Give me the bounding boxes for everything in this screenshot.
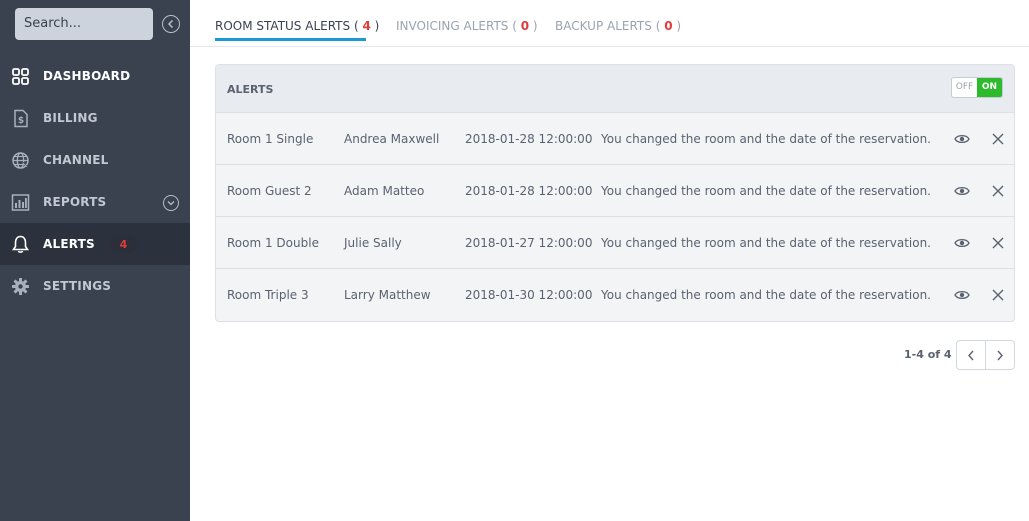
alert-room: Room Guest 2 bbox=[227, 184, 312, 198]
search-input[interactable]: Search... bbox=[15, 8, 153, 40]
alert-message: You changed the room and the date of the… bbox=[601, 132, 931, 146]
sidebar-item-reports[interactable]: REPORTS bbox=[0, 181, 190, 223]
billing-icon: $ bbox=[14, 109, 28, 128]
alert-room: Room Triple 3 bbox=[227, 288, 309, 302]
toggle-on-label: ON bbox=[977, 78, 1002, 97]
pagination-controls bbox=[956, 340, 1015, 370]
bell-icon bbox=[12, 235, 29, 253]
alerts-count-badge: 4 bbox=[110, 236, 137, 253]
panel-title: ALERTS bbox=[227, 83, 274, 96]
tab-count: 0 bbox=[664, 19, 673, 33]
close-icon[interactable] bbox=[991, 132, 1005, 146]
sidebar: Search... DASHBOARD $ BILLING CHANNEL RE… bbox=[0, 0, 190, 521]
collapse-sidebar-button[interactable] bbox=[162, 15, 180, 33]
gear-icon bbox=[12, 278, 29, 295]
close-icon[interactable] bbox=[991, 236, 1005, 250]
alert-guest-name: Adam Matteo bbox=[344, 184, 425, 198]
alert-message: You changed the room and the date of the… bbox=[601, 236, 931, 250]
alert-date: 2018-01-27 12:00:00 bbox=[465, 236, 593, 250]
alert-row: Room Guest 2 Adam Matteo 2018-01-28 12:0… bbox=[216, 165, 1014, 217]
svg-text:$: $ bbox=[18, 116, 24, 126]
eye-icon[interactable] bbox=[954, 288, 970, 302]
sidebar-item-label: BILLING bbox=[43, 111, 98, 125]
alert-guest-name: Andrea Maxwell bbox=[344, 132, 440, 146]
tab-invoicing-alerts[interactable]: INVOICING ALERTS ( 0 ) bbox=[396, 19, 538, 33]
alert-row: Room 1 Single Andrea Maxwell 2018-01-28 … bbox=[216, 113, 1014, 165]
chevron-left-icon bbox=[167, 19, 174, 29]
toggle-off-label: OFF bbox=[955, 82, 974, 92]
sidebar-item-alerts[interactable]: ALERTS 4 bbox=[0, 223, 190, 265]
tab-label: ROOM STATUS ALERTS bbox=[215, 19, 351, 33]
alert-date: 2018-01-28 12:00:00 bbox=[465, 132, 593, 146]
chevron-down-icon bbox=[167, 201, 175, 206]
eye-icon[interactable] bbox=[954, 236, 970, 250]
alert-room: Room 1 Double bbox=[227, 236, 319, 250]
tab-count: 0 bbox=[520, 19, 530, 33]
alert-date: 2018-01-30 12:00:00 bbox=[465, 288, 593, 302]
alert-row: Room 1 Double Julie Sally 2018-01-27 12:… bbox=[216, 217, 1014, 269]
previous-page-button[interactable] bbox=[957, 341, 986, 369]
alert-date: 2018-01-28 12:00:00 bbox=[465, 184, 593, 198]
tab-label: BACKUP ALERTS bbox=[555, 19, 652, 33]
tab-room-status-alerts[interactable]: ROOM STATUS ALERTS ( 4 ) bbox=[215, 19, 379, 33]
dashboard-icon bbox=[12, 68, 29, 85]
alert-guest-name: Julie Sally bbox=[344, 236, 402, 250]
alerts-toggle[interactable]: OFF ON bbox=[951, 77, 1003, 98]
sidebar-item-label: CHANNEL bbox=[43, 153, 109, 167]
alert-row: Room Triple 3 Larry Matthew 2018-01-30 1… bbox=[216, 269, 1014, 321]
sidebar-item-settings[interactable]: SETTINGS bbox=[0, 265, 190, 307]
sidebar-item-label: ALERTS bbox=[43, 237, 95, 251]
sidebar-item-channel[interactable]: CHANNEL bbox=[0, 139, 190, 181]
chevron-left-icon bbox=[968, 350, 974, 361]
tab-backup-alerts[interactable]: BACKUP ALERTS ( 0 ) bbox=[555, 19, 681, 33]
alert-message: You changed the room and the date of the… bbox=[601, 288, 931, 302]
globe-icon bbox=[12, 152, 29, 170]
active-tab-indicator bbox=[215, 38, 366, 41]
eye-icon[interactable] bbox=[954, 184, 970, 198]
sidebar-item-label: SETTINGS bbox=[43, 279, 112, 293]
next-page-button[interactable] bbox=[986, 341, 1015, 369]
alert-message: You changed the room and the date of the… bbox=[601, 184, 931, 198]
sidebar-item-label: REPORTS bbox=[43, 195, 107, 209]
sidebar-nav: DASHBOARD $ BILLING CHANNEL REPORTS ALER… bbox=[0, 55, 190, 307]
tab-label: INVOICING ALERTS bbox=[396, 19, 509, 33]
alerts-panel-header: ALERTS OFF ON bbox=[216, 65, 1014, 113]
close-icon[interactable] bbox=[991, 184, 1005, 198]
tab-count: 4 bbox=[362, 19, 371, 33]
sidebar-item-label: DASHBOARD bbox=[43, 69, 131, 83]
alerts-panel: ALERTS OFF ON Room 1 Single Andrea Maxwe… bbox=[215, 64, 1015, 322]
alert-tabs: ROOM STATUS ALERTS ( 4 ) INVOICING ALERT… bbox=[190, 0, 1029, 47]
reports-icon bbox=[11, 194, 30, 211]
close-icon[interactable] bbox=[991, 288, 1005, 302]
sidebar-item-billing[interactable]: $ BILLING bbox=[0, 97, 190, 139]
sidebar-item-dashboard[interactable]: DASHBOARD bbox=[0, 55, 190, 97]
alert-guest-name: Larry Matthew bbox=[344, 288, 431, 302]
pagination-range: 1-4 of 4 bbox=[904, 348, 952, 361]
chevron-right-icon bbox=[997, 350, 1003, 361]
alert-room: Room 1 Single bbox=[227, 132, 314, 146]
expand-reports-button[interactable] bbox=[163, 195, 179, 211]
eye-icon[interactable] bbox=[954, 132, 970, 146]
